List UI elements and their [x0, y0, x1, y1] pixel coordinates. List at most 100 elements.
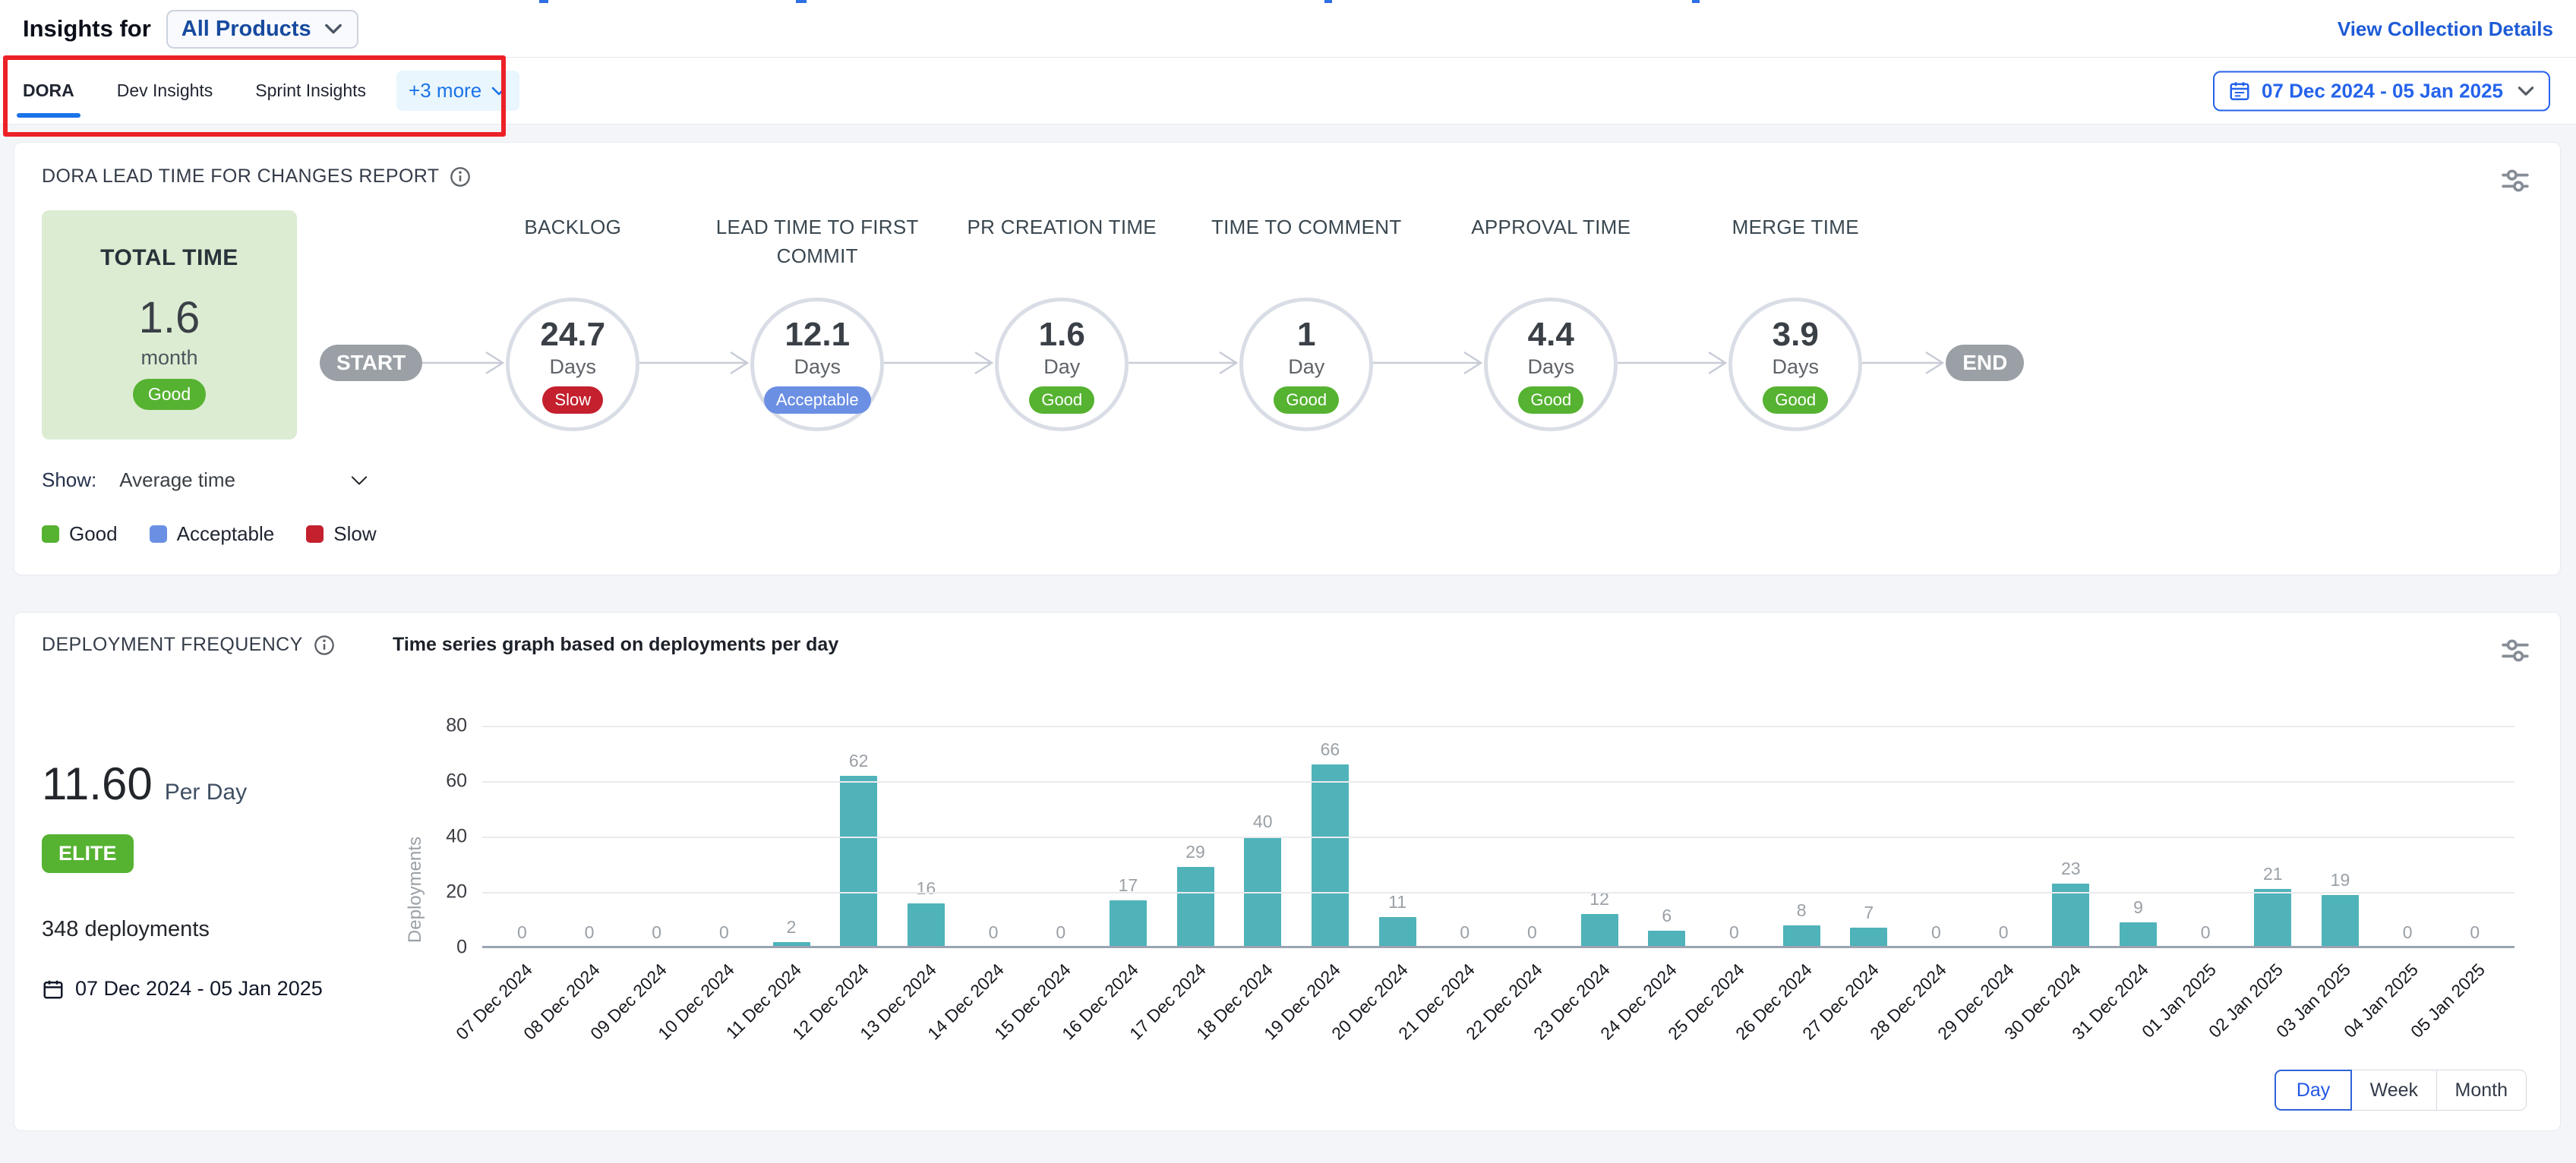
info-icon[interactable]	[314, 635, 335, 656]
bar-value-label: 0	[1729, 922, 1739, 943]
bar-column-05-jan-2025: 0	[2441, 922, 2508, 947]
stage-node[interactable]: 4.4DaysGood	[1484, 298, 1618, 431]
bar-value-label: 0	[652, 922, 661, 943]
cropped-top-fragment	[796, 0, 807, 3]
bar-column-27-dec-2024: 7	[1835, 903, 1902, 947]
stage-status-badge: Slow	[542, 386, 603, 414]
bar-column-31-dec-2024: 9	[2104, 897, 2172, 947]
legend-label: Slow	[333, 522, 376, 546]
start-node: START	[320, 345, 422, 381]
legend-label: Acceptable	[177, 522, 275, 546]
lead-time-flow: TOTAL TIME 1.6 month Good START BACKLOG 24…	[42, 210, 2533, 440]
stage-unit: Day	[1043, 355, 1080, 379]
stage-backlog: BACKLOG24.7DaysSlow	[506, 210, 639, 431]
deployments-total: 348 deployments	[42, 917, 393, 942]
bar-value-label: 11	[1388, 892, 1406, 912]
bar-column-08-dec-2024: 0	[556, 922, 623, 947]
more-tabs-label: +3 more	[409, 79, 481, 102]
tab-dora[interactable]: DORA	[23, 58, 74, 124]
legend-swatch	[42, 525, 59, 543]
bar[interactable]	[2322, 895, 2359, 947]
bar-value-label: 9	[2133, 897, 2143, 918]
end-node: END	[1946, 345, 2024, 381]
stage-value: 24.7	[540, 316, 605, 354]
bar-column-09-dec-2024: 0	[623, 922, 690, 947]
bar-value-label: 0	[2403, 922, 2413, 943]
more-tabs-button[interactable]: +3 more	[396, 71, 519, 111]
bar[interactable]	[2120, 922, 2157, 947]
bar-column-22-dec-2024: 0	[1498, 922, 1566, 947]
view-collection-details-link[interactable]: View Collection Details	[2338, 17, 2553, 41]
bar-value-label: 16	[917, 878, 936, 899]
bar[interactable]	[1850, 928, 1887, 947]
stage-status-badge: Good	[1274, 386, 1339, 414]
chart-title: Time series graph based on deployments p…	[393, 634, 838, 656]
granularity-month-button[interactable]: Month	[2436, 1070, 2527, 1111]
stage-node[interactable]: 3.9DaysGood	[1728, 298, 1862, 431]
stage-node[interactable]: 12.1DaysAcceptable	[750, 298, 884, 431]
x-axis-labels: 07 Dec 202408 Dec 202409 Dec 202410 Dec …	[482, 947, 2514, 1060]
bar[interactable]	[1648, 931, 1685, 947]
bar[interactable]	[908, 903, 945, 947]
insights-page: Insights for All Products View Collectio…	[0, 0, 2576, 1163]
stage-value: 1.6	[1039, 316, 1085, 354]
deployment-frequency-body: 11.60 Per Day ELITE 348 deployments 07 D…	[42, 660, 2533, 1060]
stage-merge-time: MERGE TIME3.9DaysGood	[1728, 210, 1862, 431]
bar-column-01-jan-2025: 0	[2172, 922, 2240, 947]
deployment-frequency-card: DEPLOYMENT FREQUENCY Time series graph b…	[14, 612, 2561, 1131]
bar-value-label: 0	[517, 922, 527, 943]
total-status-badge: Good	[133, 379, 206, 410]
bar-column-23-dec-2024: 12	[1566, 889, 1634, 947]
chevron-down-icon	[324, 23, 343, 35]
bar-column-02-jan-2025: 21	[2239, 864, 2306, 947]
bar-value-label: 0	[989, 922, 999, 943]
stage-node[interactable]: 1DayGood	[1239, 298, 1373, 431]
tab-sprint-insights[interactable]: Sprint Insights	[255, 58, 366, 124]
stage-node[interactable]: 24.7Days Slow	[506, 298, 639, 431]
stage-node[interactable]: 1.6DayGood	[995, 298, 1129, 431]
date-range-picker[interactable]: 07 Dec 2024 - 05 Jan 2025	[2213, 71, 2550, 111]
product-selector-dropdown[interactable]: All Products	[166, 10, 358, 49]
granularity-day-button[interactable]: Day	[2275, 1070, 2352, 1111]
dora-lead-time-card: DORA LEAD TIME FOR CHANGES REPORT TOTAL …	[14, 142, 2561, 575]
stage-lead-time-to-first-commit: LEAD TIME TO FIRST COMMIT12.1DaysAccepta…	[750, 210, 884, 431]
bar[interactable]	[840, 776, 877, 947]
tab-label: Dev Insights	[117, 80, 213, 101]
bar-value-label: 0	[1527, 922, 1537, 943]
show-selector-value[interactable]: Average time	[119, 468, 235, 492]
flow-arrow	[884, 348, 995, 378]
product-selector-value: All Products	[182, 17, 311, 42]
total-time-card: TOTAL TIME 1.6 month Good	[42, 210, 297, 440]
bar[interactable]	[1312, 764, 1349, 947]
y-tick-80: 80	[446, 715, 467, 737]
bar-value-label: 23	[2061, 859, 2081, 879]
info-icon[interactable]	[450, 166, 471, 188]
stage-unit: Days	[549, 355, 596, 379]
bar[interactable]	[1379, 917, 1416, 947]
calendar-icon	[2228, 80, 2251, 102]
legend-swatch	[306, 525, 324, 543]
performance-tier-badge: ELITE	[42, 834, 134, 873]
active-tab-underline	[17, 113, 80, 118]
bar-column-04-jan-2025: 0	[2374, 922, 2442, 947]
chart-settings-icon[interactable]	[2501, 167, 2530, 198]
gridline-60	[482, 781, 2514, 783]
bar[interactable]	[1177, 867, 1214, 947]
show-selector-row: Show: Average time	[42, 468, 2533, 492]
stage-title: MERGE TIME	[1662, 213, 1928, 242]
bar[interactable]	[2254, 889, 2291, 947]
granularity-week-button[interactable]: Week	[2351, 1070, 2437, 1111]
chevron-down-icon[interactable]	[349, 474, 369, 487]
date-range-value: 07 Dec 2024 - 05 Jan 2025	[2262, 79, 2503, 102]
tab-dev-insights[interactable]: Dev Insights	[117, 58, 213, 124]
bar[interactable]	[1783, 925, 1820, 947]
bar[interactable]	[1581, 914, 1618, 947]
bar[interactable]	[1110, 900, 1147, 947]
bar-value-label: 0	[1460, 922, 1470, 943]
tab-label: Sprint Insights	[255, 80, 366, 101]
chevron-down-icon	[2517, 85, 2535, 96]
stage-title: BACKLOG	[440, 213, 706, 242]
bar-value-label: 21	[2263, 864, 2283, 884]
stage-unit: Days	[1527, 355, 1574, 379]
bar-value-label: 7	[1864, 903, 1874, 923]
